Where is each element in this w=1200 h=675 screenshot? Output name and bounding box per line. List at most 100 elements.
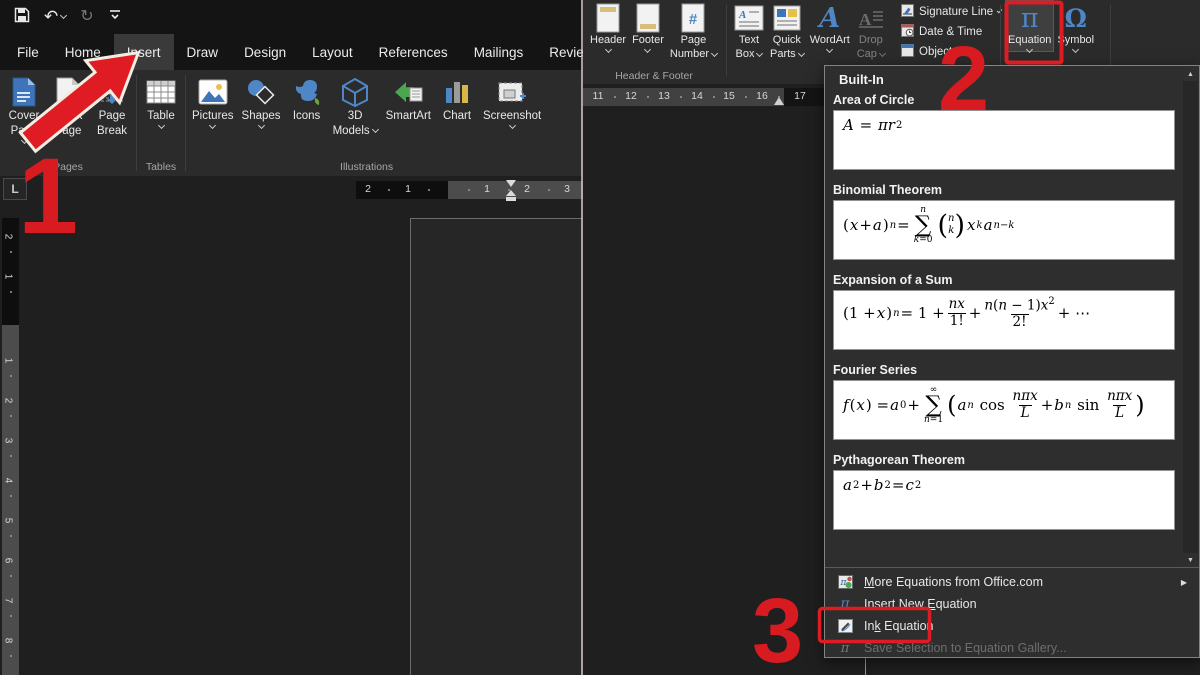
customize-quick-access-button[interactable] <box>108 8 122 26</box>
left-screenshot-panel: ↶ ↻ FileHomeInsertDrawDesignLayoutReferen… <box>0 0 583 675</box>
save-icon <box>14 7 30 28</box>
page-break-button[interactable]: PageBreak <box>90 72 134 160</box>
insert-new-equation-menu-item[interactable]: πInsert New Equation <box>825 593 1199 615</box>
equation-gallery-dropdown: Built-In Area of CircleA = πr2Binomial T… <box>824 65 1200 658</box>
symbols-group: πEquationΩSymbol <box>1005 0 1109 52</box>
chart-icon <box>444 75 470 109</box>
right-margin-marker[interactable] <box>774 97 784 105</box>
ruler-tick <box>745 96 747 98</box>
more-equations-icon: π <box>837 575 853 589</box>
ruler-number: 2 <box>524 183 530 195</box>
wordart-button[interactable]: AWordArt <box>807 0 853 62</box>
group-buttons: CoverPageBlankPagePageBreak <box>0 70 136 160</box>
button-label: Icons <box>293 109 321 124</box>
chart-button[interactable]: Chart <box>435 72 479 160</box>
button-label: Cap <box>857 48 885 62</box>
ruler-number: 2 <box>365 183 371 195</box>
quick-parts-button[interactable]: QuickParts <box>767 0 807 62</box>
tab-file[interactable]: File <box>4 34 52 70</box>
group-label: Illustrations <box>186 160 547 176</box>
equation-gallery: Area of CircleA = πr2Binomial Theorem(x … <box>825 92 1199 530</box>
footer-icon <box>636 2 660 34</box>
footer-button[interactable]: Footer <box>629 0 667 70</box>
ruler-tick <box>388 189 390 191</box>
symbol-button[interactable]: ΩSymbol <box>1054 0 1097 52</box>
equation-gallery-item[interactable]: a2 + b2 = c2 <box>833 470 1175 530</box>
equation-gallery-item[interactable]: (x + a)n = n∑k=0(nk)xkan−k <box>833 200 1175 260</box>
ruler-tick <box>713 96 715 98</box>
tab-selector-button[interactable]: L <box>3 178 27 200</box>
ruler-tick <box>548 189 550 191</box>
qat-custom-icon <box>108 8 122 26</box>
table-icon <box>146 75 176 109</box>
drop-cap-button[interactable]: ADropCap <box>853 0 889 62</box>
ruler-number: 17 <box>794 90 806 102</box>
pictures-button[interactable]: Pictures <box>188 72 238 160</box>
equation-gallery-item[interactable]: f(x) = a0 + ∞∑n=1(an cos nπxL + bn sin n… <box>833 380 1175 440</box>
button-label: Page <box>99 109 126 124</box>
equation-section-label: Expansion of a Sum <box>825 272 1199 289</box>
tab-design[interactable]: Design <box>231 34 299 70</box>
document-page[interactable] <box>410 218 583 675</box>
ruler-tick <box>647 96 649 98</box>
chevron-row <box>510 126 515 128</box>
equation-section: Fourier Seriesf(x) = a0 + ∞∑n=1(an cos n… <box>825 362 1199 440</box>
tab-mailings[interactable]: Mailings <box>461 34 537 70</box>
document-area <box>0 202 583 675</box>
page-number-icon: # <box>681 2 705 34</box>
quick-parts-icon <box>773 2 801 34</box>
table-button[interactable]: Table <box>139 72 183 160</box>
undo-button[interactable]: ↶ <box>44 8 66 27</box>
equation-section: Pythagorean Theorema2 + b2 = c2 <box>825 452 1199 530</box>
header-button[interactable]: Header <box>587 0 629 70</box>
3d-models-button[interactable]: 3DModels <box>329 72 382 160</box>
tab-home[interactable]: Home <box>52 34 114 70</box>
left-indent-marker[interactable] <box>506 197 516 201</box>
scroll-up-button[interactable]: ▲ <box>1183 67 1198 81</box>
tab-references[interactable]: References <box>366 34 461 70</box>
cover-page-button[interactable]: CoverPage <box>2 72 46 160</box>
group-buttons: PicturesShapes Icons 3DModelsSmartArt Chart… <box>186 70 547 160</box>
blank-page-button[interactable]: BlankPage <box>46 72 90 160</box>
screenshot-button[interactable]: Screenshot <box>479 72 545 160</box>
group-divider <box>726 5 727 76</box>
chevron-row <box>210 126 215 128</box>
shapes-button[interactable]: Shapes <box>238 72 285 160</box>
text-group-small-buttons: Signature Line Date & Time Object <box>901 3 1001 60</box>
button-label: Break <box>97 124 127 139</box>
equation-button[interactable]: πEquation <box>1005 0 1054 52</box>
signature-line-button[interactable]: Signature Line <box>901 3 1001 20</box>
chevron-down-icon <box>157 122 164 129</box>
scroll-down-button[interactable]: ▼ <box>1183 553 1198 567</box>
button-label: Models <box>333 124 378 139</box>
equation-formula: A = πr2 <box>843 116 902 134</box>
redo-button[interactable]: ↻ <box>80 8 93 26</box>
chevron-down-icon <box>756 50 763 57</box>
hanging-indent-marker[interactable] <box>506 190 516 196</box>
smartart-button[interactable]: SmartArt <box>382 72 435 160</box>
equation-gallery-item[interactable]: (1 + x)n = 1 + nx1! + n(n − 1)x22! + ⋯ <box>833 290 1175 350</box>
svg-text:#: # <box>689 11 698 28</box>
page-number-button[interactable]: #PageNumber <box>667 0 720 70</box>
button-label: Chart <box>443 109 471 124</box>
blank-page-icon <box>56 75 80 109</box>
ruler-number: 13 <box>658 90 670 102</box>
more-equations-from-office-com-menu-item[interactable]: πMore Equations from Office.com▶ <box>825 571 1199 593</box>
screenshot-icon <box>497 75 527 109</box>
horizontal-ruler: 21123 <box>356 181 583 199</box>
object-button[interactable]: Object <box>901 43 1001 60</box>
gallery-scrollbar[interactable]: ▲ ▼ <box>1183 67 1198 567</box>
equation-gallery-item[interactable]: A = πr2 <box>833 110 1175 170</box>
first-line-indent-marker[interactable] <box>506 180 516 187</box>
date-time-button[interactable]: Date & Time <box>901 23 1001 40</box>
save-button[interactable] <box>14 7 30 28</box>
ribbon-group-tables: TableTables <box>137 70 185 176</box>
chevron-down-icon[interactable] <box>60 12 67 19</box>
icons-button[interactable]: Icons <box>285 72 329 160</box>
ink-equation-menu-item[interactable]: Ink Equation <box>825 615 1199 637</box>
tab-insert[interactable]: Insert <box>114 34 174 70</box>
tab-layout[interactable]: Layout <box>299 34 366 70</box>
text-box-button[interactable]: ATextBox <box>731 0 767 62</box>
equation-pi-icon: π <box>1021 2 1039 34</box>
tab-draw[interactable]: Draw <box>174 34 232 70</box>
